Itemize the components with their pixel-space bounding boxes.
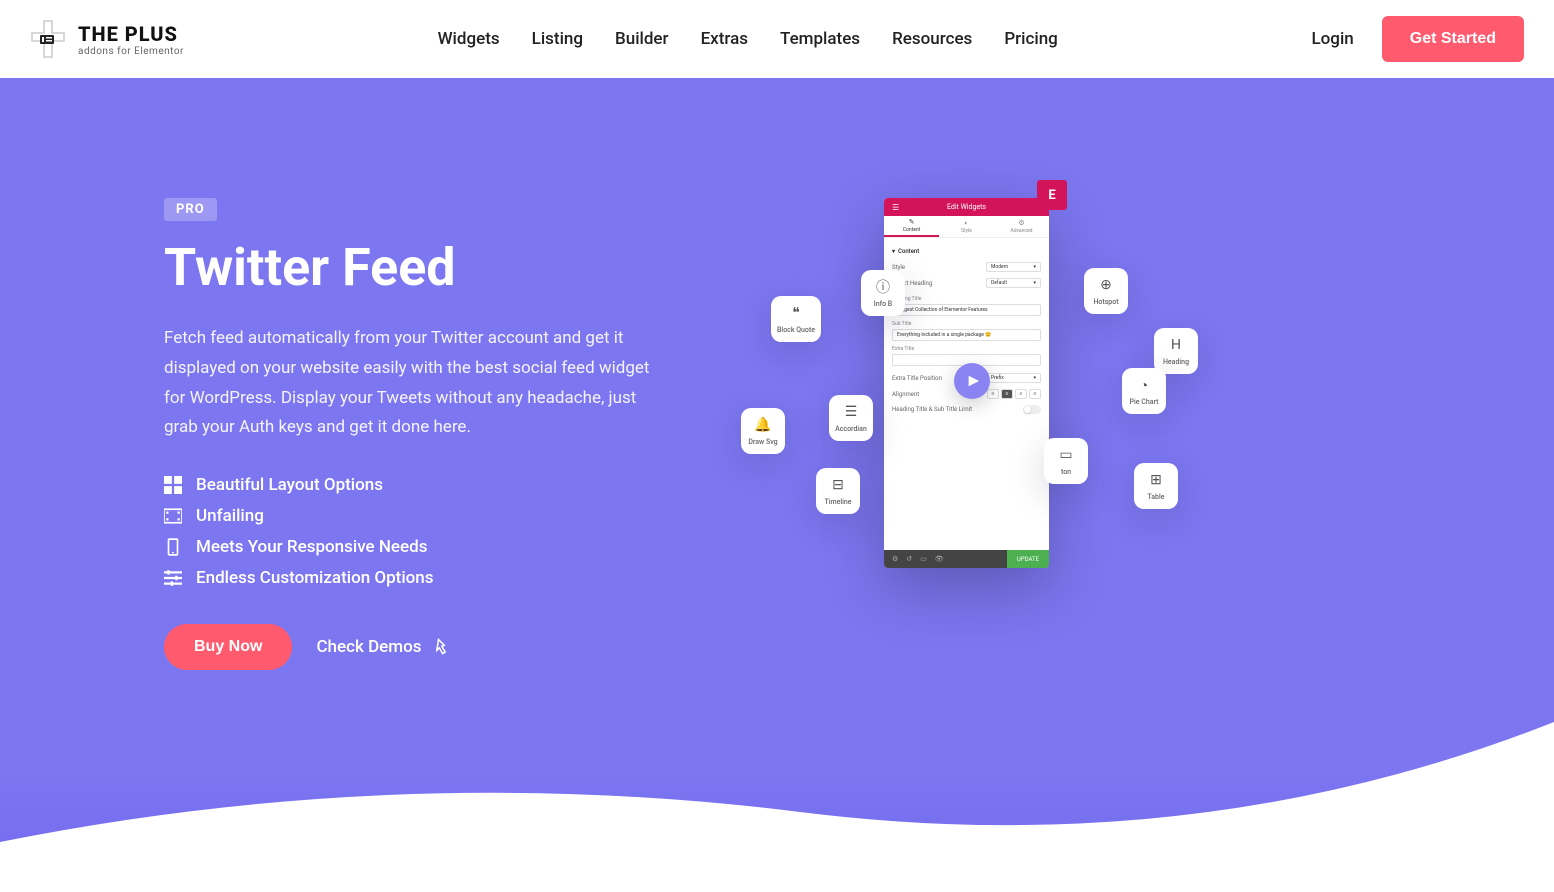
target-icon: ⊕	[1097, 276, 1115, 294]
widget-draw-svg[interactable]: 🔔Draw Svg	[741, 408, 785, 454]
menu-icon: ☰	[892, 203, 899, 212]
nav-listing[interactable]: Listing	[532, 29, 583, 49]
check-demos-link[interactable]: Check Demos	[316, 637, 451, 657]
history-icon[interactable]: ↺	[906, 555, 912, 563]
pro-badge: PRO	[164, 198, 217, 221]
feature-item: Meets Your Responsive Needs	[164, 537, 674, 557]
nav-extras[interactable]: Extras	[701, 29, 748, 49]
mobile-icon	[164, 538, 182, 556]
circle-icon: ◐	[964, 219, 968, 227]
section-content[interactable]: ▾Content	[892, 244, 1041, 259]
panel-header: ☰Edit Widgets	[884, 198, 1049, 216]
sliders-icon	[164, 569, 182, 587]
align-right-icon[interactable]: ≡	[1015, 389, 1027, 399]
heading-select[interactable]: Default▾	[986, 278, 1041, 288]
responsive-icon[interactable]: ▭	[920, 555, 927, 563]
gear-icon: ⚙	[1018, 219, 1024, 227]
align-center-icon[interactable]: ≡	[1001, 389, 1013, 399]
update-button[interactable]: UPDATE	[1007, 550, 1049, 568]
button-icon: ▭	[1057, 446, 1075, 464]
align-justify-icon[interactable]: ≡	[1029, 389, 1041, 399]
play-button[interactable]	[954, 363, 990, 399]
hero-illustration: E ☰Edit Widgets ✎Content ◐Style ⚙Advance…	[714, 198, 1390, 698]
pointer-icon	[431, 637, 451, 657]
pencil-icon: ✎	[909, 218, 915, 226]
film-icon	[164, 507, 182, 525]
login-link[interactable]: Login	[1311, 29, 1353, 49]
widget-heading[interactable]: HHeading	[1154, 328, 1198, 374]
feature-item: Endless Customization Options	[164, 568, 674, 588]
widget-table[interactable]: ⊞Table	[1134, 463, 1178, 509]
widget-accordion[interactable]: ☰Accordian	[829, 395, 873, 441]
style-select[interactable]: Modern▾	[986, 262, 1041, 272]
main-nav: Widgets Listing Builder Extras Templates…	[438, 29, 1058, 49]
table-icon: ⊞	[1147, 471, 1165, 489]
widget-timeline[interactable]: ⊟Timeline	[816, 468, 860, 514]
logo-title: THE PLUS	[78, 22, 184, 46]
info-icon: ⓘ	[874, 278, 892, 296]
chevron-down-icon: ▾	[892, 248, 895, 255]
timeline-icon: ⊟	[829, 476, 847, 494]
hero-description: Fetch feed automatically from your Twitt…	[164, 324, 674, 443]
feature-item: Unfailing	[164, 506, 674, 526]
tab-style[interactable]: ◐Style	[939, 216, 994, 237]
align-left-icon[interactable]: ≡	[987, 389, 999, 399]
accordion-icon: ☰	[842, 403, 860, 421]
nav-builder[interactable]: Builder	[615, 29, 669, 49]
logo-subtitle: addons for Elementor	[78, 46, 184, 57]
widget-pie-chart[interactable]: ◔Pie Chart	[1122, 368, 1166, 414]
widget-button[interactable]: ▭ton	[1044, 438, 1088, 484]
buy-now-button[interactable]: Buy Now	[164, 624, 292, 670]
page-title: Twitter Feed	[164, 239, 674, 296]
heading-icon: H	[1167, 336, 1185, 354]
get-started-button[interactable]: Get Started	[1382, 16, 1524, 62]
settings-icon[interactable]: ⚙	[892, 555, 898, 563]
limit-toggle[interactable]	[1023, 405, 1041, 414]
sub-title-input[interactable]: Everything included in a single package …	[892, 329, 1041, 341]
wave-divider	[0, 702, 1554, 892]
nav-widgets[interactable]: Widgets	[438, 29, 500, 49]
tab-content[interactable]: ✎Content	[884, 216, 939, 237]
feature-list: Beautiful Layout Options Unfailing Meets…	[164, 475, 674, 588]
nav-templates[interactable]: Templates	[780, 29, 860, 49]
preview-icon[interactable]: 👁	[935, 555, 944, 563]
tab-advanced[interactable]: ⚙Advanced	[994, 216, 1049, 237]
alignment-buttons[interactable]: ≡≡≡≡	[987, 389, 1041, 399]
nav-pricing[interactable]: Pricing	[1004, 29, 1058, 49]
widget-block-quote[interactable]: ❝Block Quote	[771, 296, 821, 342]
quote-icon: ❝	[787, 304, 805, 322]
extra-pos-select[interactable]: Prefix▾	[986, 373, 1041, 383]
logo[interactable]: THE PLUS addons for Elementor	[30, 19, 184, 59]
logo-icon	[30, 19, 66, 59]
pie-icon: ◔	[1135, 376, 1153, 394]
bell-icon: 🔔	[754, 416, 772, 434]
feature-item: Beautiful Layout Options	[164, 475, 674, 495]
nav-resources[interactable]: Resources	[892, 29, 972, 49]
widget-hotspot[interactable]: ⊕Hotspot	[1084, 268, 1128, 314]
grid-icon	[164, 476, 182, 494]
panel-footer: ⚙ ↺ ▭ 👁 UPDATE	[884, 550, 1049, 568]
widget-info-box[interactable]: ⓘInfo B	[861, 270, 905, 316]
heading-title-input[interactable]: Biggest Collection of Elementor Features	[892, 304, 1041, 316]
